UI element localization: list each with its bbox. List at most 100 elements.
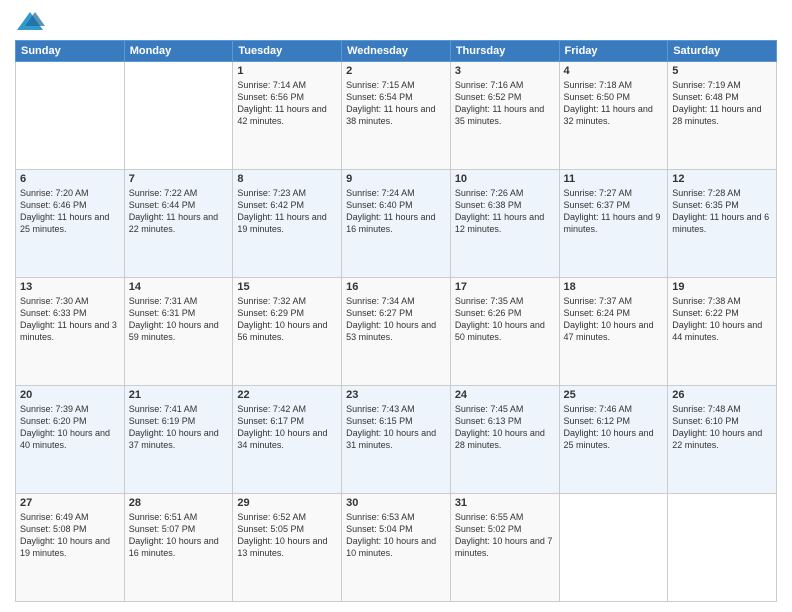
day-header-sunday: Sunday: [16, 41, 125, 62]
day-number: 2: [346, 65, 446, 77]
day-number: 15: [237, 281, 337, 293]
cell-content: Sunrise: 7:32 AM Sunset: 6:29 PM Dayligh…: [237, 295, 337, 344]
calendar-cell: 8 Sunrise: 7:23 AM Sunset: 6:42 PM Daylig…: [233, 170, 342, 278]
day-number: 19: [672, 281, 772, 293]
cell-content: Sunrise: 6:52 AM Sunset: 5:05 PM Dayligh…: [237, 511, 337, 560]
day-header-monday: Monday: [124, 41, 233, 62]
calendar-cell: 6 Sunrise: 7:20 AM Sunset: 6:46 PM Daylig…: [16, 170, 125, 278]
cell-content: Sunrise: 7:20 AM Sunset: 6:46 PM Dayligh…: [20, 187, 120, 236]
calendar-cell: 17 Sunrise: 7:35 AM Sunset: 6:26 PM Dayli…: [450, 278, 559, 386]
calendar-cell: 20 Sunrise: 7:39 AM Sunset: 6:20 PM Dayli…: [16, 386, 125, 494]
calendar-cell: 16 Sunrise: 7:34 AM Sunset: 6:27 PM Dayli…: [342, 278, 451, 386]
calendar-cell: [559, 494, 668, 602]
day-number: 14: [129, 281, 229, 293]
day-number: 24: [455, 389, 555, 401]
logo: [15, 10, 49, 34]
cell-content: Sunrise: 7:15 AM Sunset: 6:54 PM Dayligh…: [346, 79, 446, 128]
cell-content: Sunrise: 6:49 AM Sunset: 5:08 PM Dayligh…: [20, 511, 120, 560]
calendar-cell: 18 Sunrise: 7:37 AM Sunset: 6:24 PM Dayli…: [559, 278, 668, 386]
day-number: 27: [20, 497, 120, 509]
week-row-1: 1 Sunrise: 7:14 AM Sunset: 6:56 PM Daylig…: [16, 62, 777, 170]
cell-content: Sunrise: 7:46 AM Sunset: 6:12 PM Dayligh…: [564, 403, 664, 452]
calendar-header-row: SundayMondayTuesdayWednesdayThursdayFrid…: [16, 41, 777, 62]
calendar-cell: 22 Sunrise: 7:42 AM Sunset: 6:17 PM Dayli…: [233, 386, 342, 494]
calendar-cell: 24 Sunrise: 7:45 AM Sunset: 6:13 PM Dayli…: [450, 386, 559, 494]
day-number: 28: [129, 497, 229, 509]
header: [15, 10, 777, 34]
day-number: 16: [346, 281, 446, 293]
cell-content: Sunrise: 7:41 AM Sunset: 6:19 PM Dayligh…: [129, 403, 229, 452]
day-number: 8: [237, 173, 337, 185]
calendar-cell: 15 Sunrise: 7:32 AM Sunset: 6:29 PM Dayli…: [233, 278, 342, 386]
calendar-cell: 29 Sunrise: 6:52 AM Sunset: 5:05 PM Dayli…: [233, 494, 342, 602]
day-number: 4: [564, 65, 664, 77]
calendar-cell: [668, 494, 777, 602]
week-row-2: 6 Sunrise: 7:20 AM Sunset: 6:46 PM Daylig…: [16, 170, 777, 278]
cell-content: Sunrise: 7:23 AM Sunset: 6:42 PM Dayligh…: [237, 187, 337, 236]
cell-content: Sunrise: 7:30 AM Sunset: 6:33 PM Dayligh…: [20, 295, 120, 344]
week-row-5: 27 Sunrise: 6:49 AM Sunset: 5:08 PM Dayli…: [16, 494, 777, 602]
calendar-cell: 12Sunrise: 7:28 AM Sunset: 6:35 PM Dayli…: [668, 170, 777, 278]
calendar-cell: 30 Sunrise: 6:53 AM Sunset: 5:04 PM Dayli…: [342, 494, 451, 602]
cell-content: Sunrise: 7:18 AM Sunset: 6:50 PM Dayligh…: [564, 79, 664, 128]
day-number: 7: [129, 173, 229, 185]
calendar-cell: 9Sunrise: 7:24 AM Sunset: 6:40 PM Daylig…: [342, 170, 451, 278]
page: SundayMondayTuesdayWednesdayThursdayFrid…: [0, 0, 792, 612]
cell-content: Sunrise: 7:42 AM Sunset: 6:17 PM Dayligh…: [237, 403, 337, 452]
cell-content: Sunrise: 7:34 AM Sunset: 6:27 PM Dayligh…: [346, 295, 446, 344]
cell-content: Sunrise: 7:48 AM Sunset: 6:10 PM Dayligh…: [672, 403, 772, 452]
day-number: 5: [672, 65, 772, 77]
day-header-thursday: Thursday: [450, 41, 559, 62]
day-number: 18: [564, 281, 664, 293]
day-number: 1: [237, 65, 337, 77]
calendar-body: 1 Sunrise: 7:14 AM Sunset: 6:56 PM Daylig…: [16, 62, 777, 602]
day-header-wednesday: Wednesday: [342, 41, 451, 62]
cell-content: Sunrise: 7:16 AM Sunset: 6:52 PM Dayligh…: [455, 79, 555, 128]
cell-content: Sunrise: 6:55 AM Sunset: 5:02 PM Dayligh…: [455, 511, 555, 560]
calendar-cell: 21 Sunrise: 7:41 AM Sunset: 6:19 PM Dayli…: [124, 386, 233, 494]
logo-icon: [15, 10, 45, 34]
day-number: 21: [129, 389, 229, 401]
cell-content: Sunrise: 7:26 AM Sunset: 6:38 PM Dayligh…: [455, 187, 555, 236]
cell-content: Sunrise: 7:43 AM Sunset: 6:15 PM Dayligh…: [346, 403, 446, 452]
calendar-cell: 10Sunrise: 7:26 AM Sunset: 6:38 PM Dayli…: [450, 170, 559, 278]
day-header-tuesday: Tuesday: [233, 41, 342, 62]
cell-content: Sunrise: 7:45 AM Sunset: 6:13 PM Dayligh…: [455, 403, 555, 452]
day-number: 20: [20, 389, 120, 401]
cell-content: Sunrise: 7:28 AM Sunset: 6:35 PM Dayligh…: [672, 187, 772, 236]
day-number: 31: [455, 497, 555, 509]
calendar-cell: 5 Sunrise: 7:19 AM Sunset: 6:48 PM Daylig…: [668, 62, 777, 170]
day-header-saturday: Saturday: [668, 41, 777, 62]
day-number: 22: [237, 389, 337, 401]
cell-content: Sunrise: 7:19 AM Sunset: 6:48 PM Dayligh…: [672, 79, 772, 128]
calendar-cell: 26 Sunrise: 7:48 AM Sunset: 6:10 PM Dayli…: [668, 386, 777, 494]
cell-content: Sunrise: 7:31 AM Sunset: 6:31 PM Dayligh…: [129, 295, 229, 344]
cell-content: Sunrise: 7:22 AM Sunset: 6:44 PM Dayligh…: [129, 187, 229, 236]
cell-content: Sunrise: 7:39 AM Sunset: 6:20 PM Dayligh…: [20, 403, 120, 452]
calendar-cell: [16, 62, 125, 170]
cell-content: Sunrise: 7:37 AM Sunset: 6:24 PM Dayligh…: [564, 295, 664, 344]
day-number: 17: [455, 281, 555, 293]
calendar-cell: 7 Sunrise: 7:22 AM Sunset: 6:44 PM Daylig…: [124, 170, 233, 278]
cell-content: Sunrise: 6:53 AM Sunset: 5:04 PM Dayligh…: [346, 511, 446, 560]
week-row-3: 13 Sunrise: 7:30 AM Sunset: 6:33 PM Dayli…: [16, 278, 777, 386]
calendar-cell: 14 Sunrise: 7:31 AM Sunset: 6:31 PM Dayli…: [124, 278, 233, 386]
day-number: 29: [237, 497, 337, 509]
day-number: 13: [20, 281, 120, 293]
day-number: 6: [20, 173, 120, 185]
day-header-friday: Friday: [559, 41, 668, 62]
cell-content: Sunrise: 7:14 AM Sunset: 6:56 PM Dayligh…: [237, 79, 337, 128]
calendar-cell: 1 Sunrise: 7:14 AM Sunset: 6:56 PM Daylig…: [233, 62, 342, 170]
day-number: 26: [672, 389, 772, 401]
cell-content: Sunrise: 6:51 AM Sunset: 5:07 PM Dayligh…: [129, 511, 229, 560]
cell-content: Sunrise: 7:35 AM Sunset: 6:26 PM Dayligh…: [455, 295, 555, 344]
calendar-cell: 27 Sunrise: 6:49 AM Sunset: 5:08 PM Dayli…: [16, 494, 125, 602]
calendar-cell: [124, 62, 233, 170]
day-number: 11: [564, 173, 664, 185]
week-row-4: 20 Sunrise: 7:39 AM Sunset: 6:20 PM Dayli…: [16, 386, 777, 494]
cell-content: Sunrise: 7:27 AM Sunset: 6:37 PM Dayligh…: [564, 187, 664, 236]
cell-content: Sunrise: 7:38 AM Sunset: 6:22 PM Dayligh…: [672, 295, 772, 344]
calendar-cell: 28 Sunrise: 6:51 AM Sunset: 5:07 PM Dayli…: [124, 494, 233, 602]
day-number: 30: [346, 497, 446, 509]
calendar-cell: 4 Sunrise: 7:18 AM Sunset: 6:50 PM Daylig…: [559, 62, 668, 170]
